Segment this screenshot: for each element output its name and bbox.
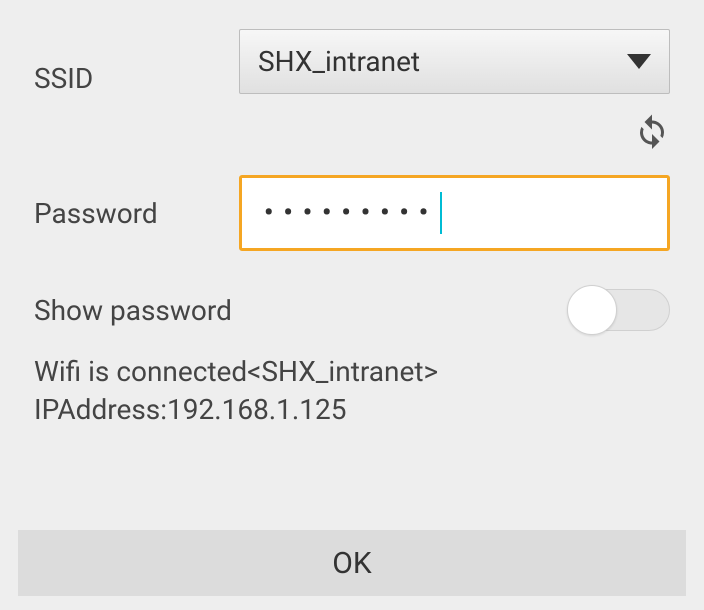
- wifi-status: Wifi is connected<SHX_intranet> IPAddres…: [34, 353, 670, 429]
- wifi-settings-screen: SSID SHX_intranet Password ••••••••• Sho…: [0, 0, 704, 610]
- password-row: Password •••••••••: [34, 175, 670, 251]
- ok-button-label: OK: [332, 546, 371, 581]
- wifi-status-line1: Wifi is connected<SHX_intranet>: [34, 353, 670, 391]
- ssid-selected-value: SHX_intranet: [258, 45, 420, 78]
- ok-button[interactable]: OK: [18, 530, 686, 596]
- refresh-row: [34, 113, 670, 149]
- content-area: SSID SHX_intranet Password ••••••••• Sho…: [0, 0, 704, 429]
- show-password-toggle[interactable]: [570, 289, 670, 331]
- show-password-row: Show password: [34, 289, 670, 331]
- ssid-label: SSID: [34, 28, 239, 95]
- password-input[interactable]: •••••••••: [239, 175, 670, 251]
- wifi-status-line2: IPAddress:192.168.1.125: [34, 391, 670, 429]
- show-password-label: Show password: [34, 294, 232, 327]
- password-label: Password: [34, 197, 239, 230]
- chevron-down-icon: [627, 54, 651, 69]
- ssid-dropdown[interactable]: SHX_intranet: [239, 29, 670, 94]
- refresh-icon[interactable]: [634, 113, 670, 149]
- ssid-row: SSID SHX_intranet: [34, 28, 670, 95]
- text-cursor: [440, 192, 442, 234]
- toggle-knob: [567, 285, 617, 335]
- password-masked-value: •••••••••: [264, 198, 438, 228]
